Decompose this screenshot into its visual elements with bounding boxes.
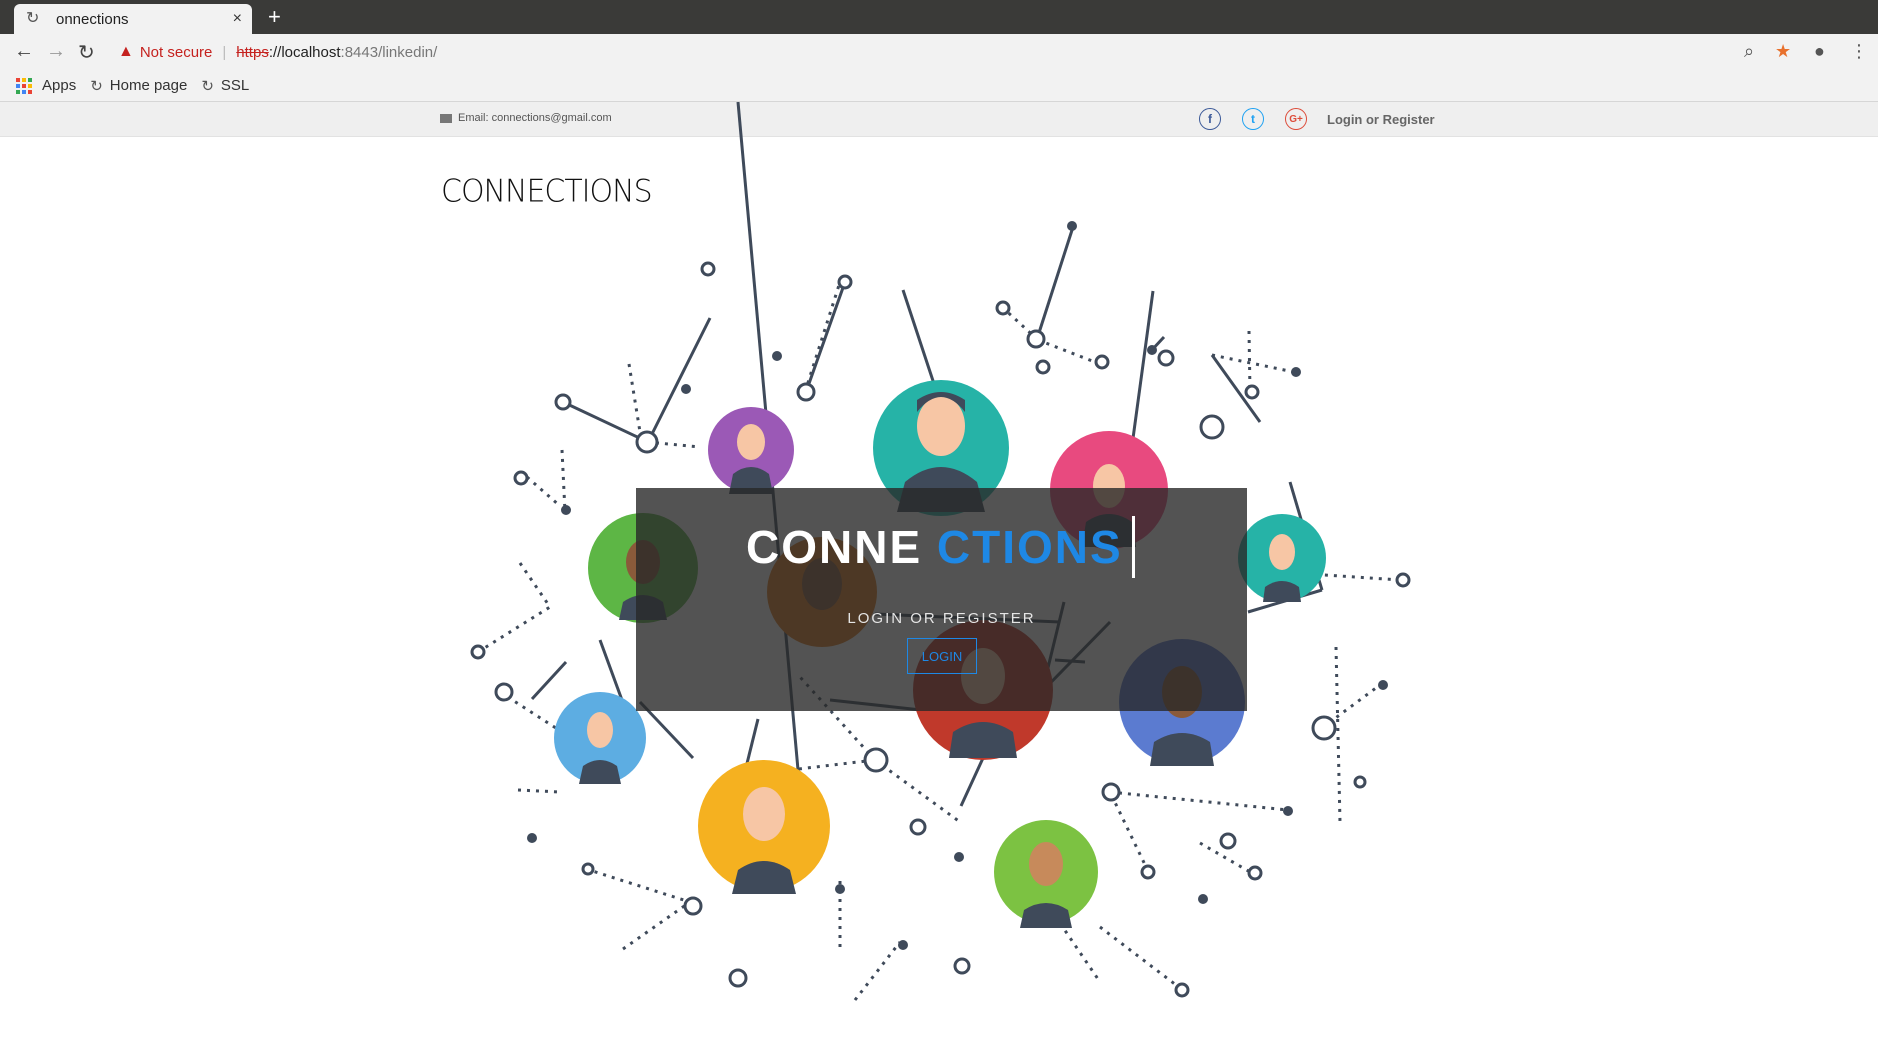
bookmark-ssl[interactable]: ↻ SSL <box>201 77 249 95</box>
tab-title: onnections <box>56 10 129 28</box>
bookmark-apps[interactable]: Apps <box>16 77 76 94</box>
tab-close-icon[interactable]: × <box>233 10 242 28</box>
forward-icon[interactable]: → <box>46 40 66 63</box>
bookmark-label: Home page <box>109 77 188 94</box>
apps-icon <box>16 77 32 94</box>
browser-tab[interactable]: ↻ onnections × <box>14 4 252 34</box>
back-icon[interactable]: ← <box>14 40 34 63</box>
bookmark-label: SSL <box>220 77 250 94</box>
bookmarks-bar: Apps ↻ Home page ↻ SSL <box>0 70 1878 102</box>
address-bar[interactable]: ▲ Not secure | https ://localhost :8443/… <box>118 43 437 61</box>
url-scheme: https <box>236 43 269 61</box>
loading-icon: ↻ <box>26 10 40 27</box>
browser-tab-strip: ↻ onnections × + <box>0 0 1878 34</box>
hero-overlay: CONNE CTIONS LOGIN OR REGISTER LOGIN <box>636 488 1247 711</box>
new-tab-button[interactable]: + <box>268 4 281 30</box>
bookmark-home-page[interactable]: ↻ Home page <box>90 77 187 95</box>
typing-cursor <box>1132 516 1135 578</box>
loading-icon: ↻ <box>90 77 103 95</box>
menu-icon[interactable]: ⋮ <box>1850 41 1868 62</box>
profile-icon[interactable]: ● <box>1814 41 1825 62</box>
hero-subtitle: LOGIN OR REGISTER <box>847 610 1036 627</box>
url-path: :8443/linkedin/ <box>340 43 438 61</box>
address-separator: | <box>222 43 227 61</box>
hero-title-part1: CONNE <box>746 521 923 573</box>
bookmark-label: Apps <box>42 77 77 94</box>
zoom-icon[interactable]: ⌕ <box>1744 41 1754 62</box>
bookmark-star-icon[interactable]: ★ <box>1775 41 1791 62</box>
url-host: ://localhost <box>268 43 341 61</box>
login-button[interactable]: LOGIN <box>907 638 977 674</box>
page-content: Email: connections@gmail.com f t G+ Logi… <box>0 102 1878 1055</box>
hero-title: CONNE CTIONS <box>746 520 1123 574</box>
security-status[interactable]: Not secure <box>140 44 213 61</box>
loading-icon: ↻ <box>201 77 214 95</box>
reload-icon[interactable]: ↻ <box>78 40 95 65</box>
warning-icon: ▲ <box>118 43 134 60</box>
hero-title-part2: CTIONS <box>936 521 1123 573</box>
browser-toolbar: ← → ↻ ▲ Not secure | https ://localhost … <box>0 34 1878 70</box>
